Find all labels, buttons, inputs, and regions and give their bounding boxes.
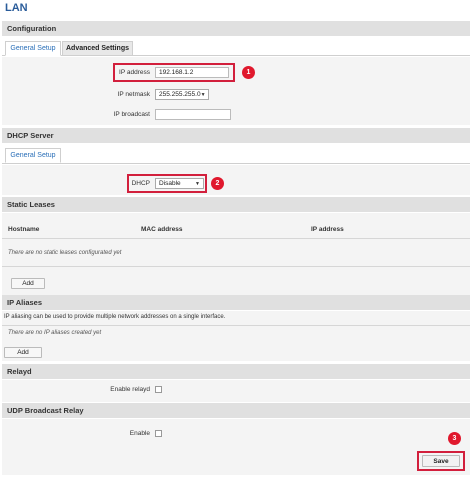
tab-general-setup[interactable]: General Setup bbox=[5, 41, 61, 56]
ip-broadcast-input[interactable] bbox=[155, 109, 231, 120]
table-divider bbox=[2, 238, 470, 239]
udp-broadcast-relay-panel bbox=[2, 419, 470, 475]
relayd-header: Relayd bbox=[2, 364, 470, 379]
udp-broadcast-relay-header: UDP Broadcast Relay bbox=[2, 403, 470, 418]
highlight-box-ip-address bbox=[113, 63, 235, 82]
enable-relayd-label: Enable relayd bbox=[110, 386, 150, 393]
highlight-box-dhcp bbox=[127, 174, 207, 193]
column-hostname: Hostname bbox=[8, 226, 40, 233]
ip-aliases-header: IP Aliases bbox=[2, 295, 470, 310]
column-mac-address: MAC address bbox=[141, 226, 183, 233]
step-marker-2: 2 bbox=[211, 177, 224, 190]
table-divider bbox=[2, 325, 470, 326]
configuration-header: Configuration bbox=[2, 21, 470, 36]
ip-netmask-value: 255.255.255.0 bbox=[159, 91, 201, 98]
ip-aliases-description: IP aliasing can be used to provide multi… bbox=[4, 314, 226, 320]
add-ip-alias-button[interactable]: Add bbox=[4, 347, 42, 358]
relayd-panel bbox=[2, 380, 470, 402]
tab-dhcp-general-setup[interactable]: General Setup bbox=[5, 148, 61, 163]
dhcp-server-header: DHCP Server bbox=[2, 128, 470, 143]
dhcp-panel bbox=[2, 165, 470, 195]
step-marker-1: 1 bbox=[242, 66, 255, 79]
ip-broadcast-label: IP broadcast bbox=[113, 111, 150, 118]
add-static-lease-button[interactable]: Add bbox=[11, 278, 45, 289]
ip-aliases-empty-text: There are no IP aliases created yet bbox=[8, 330, 102, 336]
highlight-box-save bbox=[417, 451, 465, 471]
enable-relayd-checkbox[interactable] bbox=[155, 386, 162, 393]
ip-netmask-select[interactable]: 255.255.255.0 ▼ bbox=[155, 89, 209, 100]
dhcp-tabbar bbox=[2, 146, 470, 164]
enable-udp-relay-checkbox[interactable] bbox=[155, 430, 162, 437]
configuration-panel bbox=[2, 57, 470, 125]
ip-netmask-label: IP netmask bbox=[117, 91, 150, 98]
table-divider bbox=[2, 266, 470, 267]
column-ip-address: IP address bbox=[311, 226, 344, 233]
page-title: LAN bbox=[5, 2, 28, 14]
static-leases-empty-text: There are no static leases configurated … bbox=[8, 250, 122, 256]
enable-udp-relay-label: Enable bbox=[129, 430, 150, 437]
static-leases-header: Static Leases bbox=[2, 197, 470, 212]
tab-advanced-settings[interactable]: Advanced Settings bbox=[62, 41, 133, 56]
chevron-down-icon: ▼ bbox=[200, 91, 206, 98]
step-marker-3: 3 bbox=[448, 432, 461, 445]
